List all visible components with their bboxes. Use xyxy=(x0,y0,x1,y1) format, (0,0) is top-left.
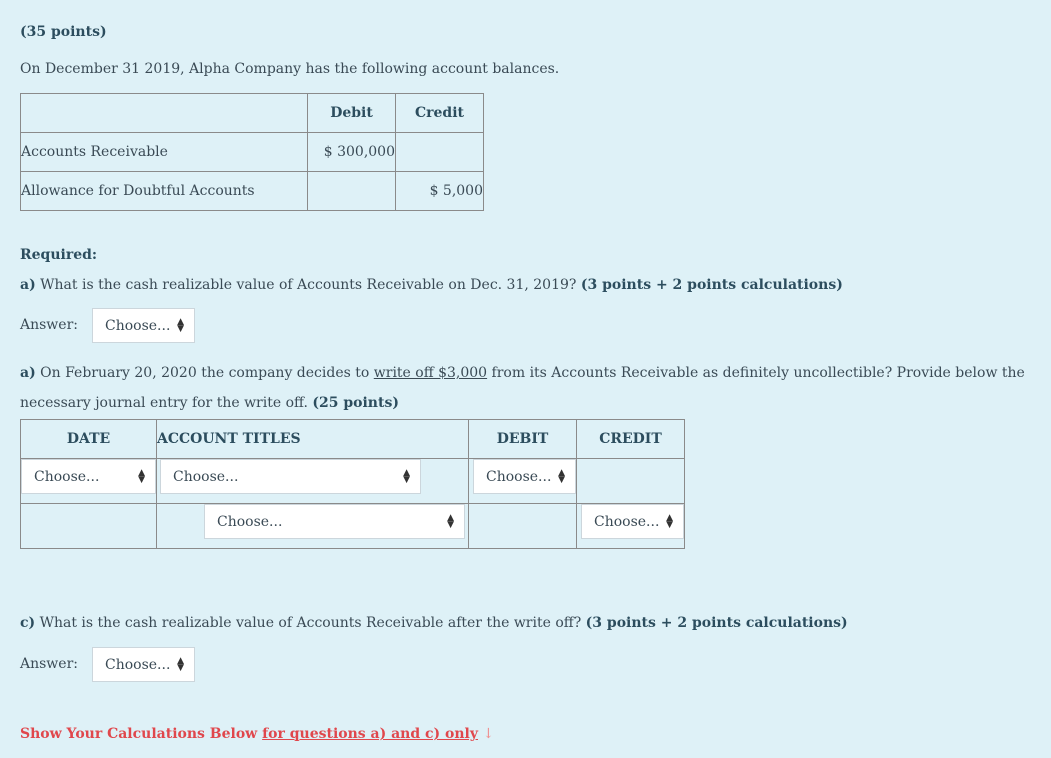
credit-value: $ 5,000 xyxy=(395,171,484,211)
question-b-underlined: write off $3,000 xyxy=(373,365,488,381)
answer-c-label: Answer: xyxy=(20,656,78,672)
question-c-text: What is the cash realizable value of Acc… xyxy=(35,615,586,631)
points-heading: (35 points) xyxy=(20,24,107,40)
question-b-text-1: On February 20, 2020 the company decides… xyxy=(35,365,374,381)
debit-value: $ 300,000 xyxy=(307,132,396,172)
credit-select[interactable]: Choose... ▲ ▼ xyxy=(581,504,684,539)
select-value: Choose... xyxy=(105,317,171,334)
debit-value xyxy=(307,171,396,211)
select-value: Choose... xyxy=(217,513,283,530)
balances-table: Debit Credit Accounts Receivable $ 300,0… xyxy=(20,93,484,211)
select-value: Choose... xyxy=(486,468,552,485)
debit-select[interactable]: Choose... ▲ ▼ xyxy=(473,459,576,494)
question-a-points: (3 points + 2 points calculations) xyxy=(580,277,843,293)
question-c-points: (3 points + 2 points calculations) xyxy=(585,615,848,631)
answer-a-select[interactable]: Choose... ▲ ▼ xyxy=(92,308,195,343)
question-a-prefix: a) xyxy=(20,277,36,293)
account-title-select-2[interactable]: Choose... ▲ ▼ xyxy=(204,504,465,539)
table-header-row: DATE ACCOUNT TITLES DEBIT CREDIT xyxy=(20,419,685,459)
select-value: Choose... xyxy=(34,468,100,485)
question-b: a) On February 20, 2020 the company deci… xyxy=(20,358,1040,418)
question-c-prefix: c) xyxy=(20,615,36,631)
table-header-row: Debit Credit xyxy=(20,93,484,133)
credit-value xyxy=(395,132,484,172)
select-arrows-icon: ▲ ▼ xyxy=(666,512,673,530)
question-a-text: What is the cash realizable value of Acc… xyxy=(35,277,581,293)
account-name: Accounts Receivable xyxy=(20,132,308,172)
question-b-points: (25 points) xyxy=(312,395,399,411)
header-debit: Debit xyxy=(307,93,396,133)
select-value: Choose... xyxy=(173,468,239,485)
answer-c-select[interactable]: Choose... ▲ ▼ xyxy=(92,647,195,682)
select-arrows-icon: ▲ ▼ xyxy=(447,512,454,530)
date-select[interactable]: Choose... ▲ ▼ xyxy=(21,459,156,494)
select-arrows-icon: ▲ ▼ xyxy=(558,467,565,485)
header-account xyxy=(20,93,308,133)
select-value: Choose... xyxy=(105,656,171,673)
select-value: Choose... xyxy=(594,513,660,530)
account-name: Allowance for Doubtful Accounts xyxy=(20,171,308,211)
header-account-titles: ACCOUNT TITLES xyxy=(156,419,469,459)
header-debit: DEBIT xyxy=(468,419,577,459)
required-label: Required: xyxy=(20,247,98,263)
select-arrows-icon: ▲ ▼ xyxy=(177,655,184,673)
question-c: c) What is the cash realizable value of … xyxy=(20,615,848,631)
intro-text: On December 31 2019, Alpha Company has t… xyxy=(20,61,560,77)
select-arrows-icon: ▲ ▼ xyxy=(138,467,145,485)
header-credit: CREDIT xyxy=(576,419,685,459)
table-row: Allowance for Doubtful Accounts $ 5,000 xyxy=(20,171,484,211)
header-date: DATE xyxy=(20,419,157,459)
question-a: a) What is the cash realizable value of … xyxy=(20,277,843,293)
arrow-down-icon: ↓ xyxy=(478,726,495,742)
account-title-select-1[interactable]: Choose... ▲ ▼ xyxy=(160,459,421,494)
calculations-note: Show Your Calculations Below for questio… xyxy=(20,726,494,742)
question-b-prefix: a) xyxy=(20,365,36,381)
calc-note-bold: Show Your Calculations Below xyxy=(20,726,263,742)
calc-note-underlined: for questions a) and c) only xyxy=(262,726,479,742)
select-arrows-icon: ▲ ▼ xyxy=(403,467,410,485)
select-arrows-icon: ▲ ▼ xyxy=(177,316,184,334)
answer-a-label: Answer: xyxy=(20,317,78,333)
table-row: Accounts Receivable $ 300,000 xyxy=(20,132,484,172)
header-credit: Credit xyxy=(395,93,484,133)
